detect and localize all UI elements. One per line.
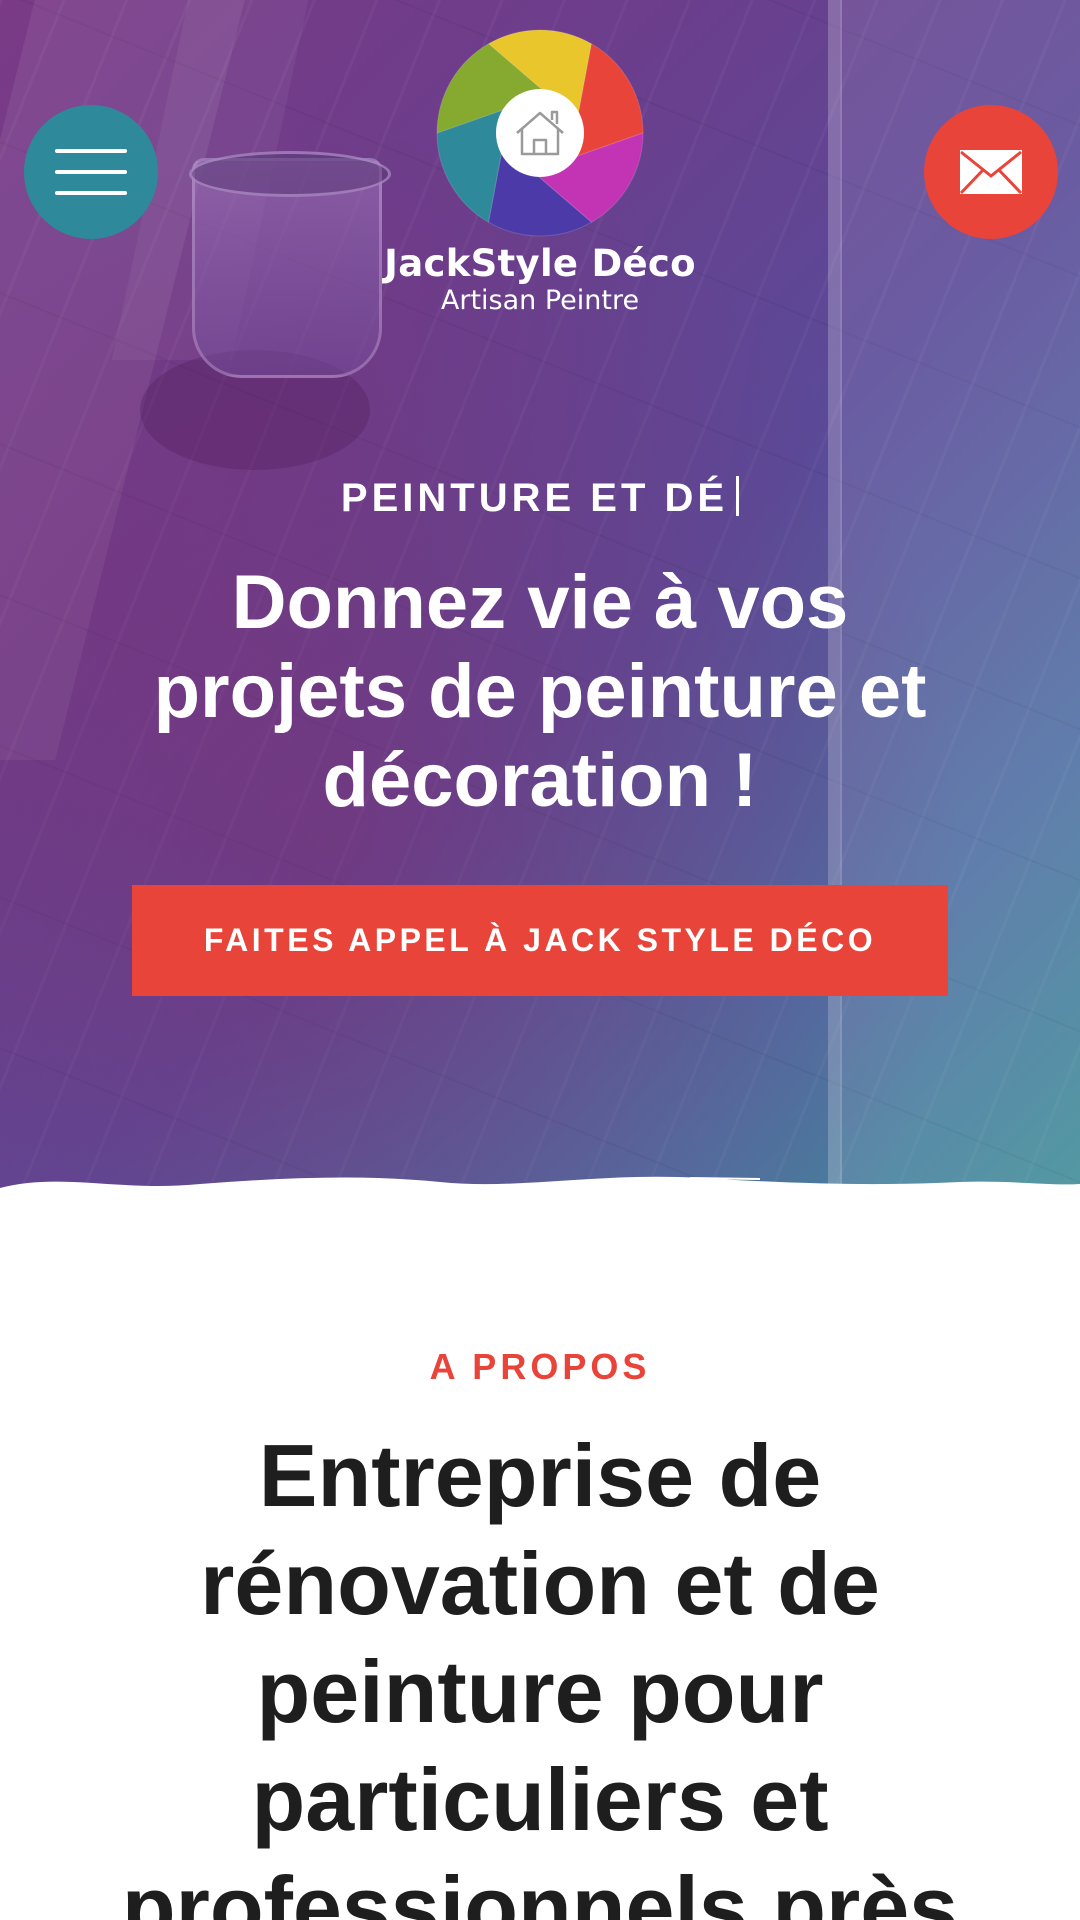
logo-name: JackStyle Déco <box>384 242 696 285</box>
about-eyebrow: A PROPOS <box>429 1346 651 1387</box>
hero-eyebrow-text: PEINTURE ET DÉ <box>340 476 729 520</box>
menu-button[interactable] <box>24 105 158 239</box>
aperture-logo-icon <box>436 29 644 237</box>
wave-divider <box>0 1176 1080 1220</box>
typing-caret <box>736 476 740 516</box>
contact-button[interactable] <box>924 105 1058 239</box>
envelope-icon <box>959 150 1023 195</box>
hero-title: Donnez vie à vos projets de peinture et … <box>153 560 927 823</box>
site-logo[interactable]: JackStyle Déco Artisan Peintre <box>380 28 700 328</box>
cta-button[interactable]: FAITES APPEL À JACK STYLE DÉCO <box>132 885 948 996</box>
hamburger-icon <box>55 149 127 195</box>
logo-tagline: Artisan Peintre <box>440 285 640 316</box>
hero-section: JackStyle Déco Artisan Peintre PEINTURE … <box>0 0 1080 1200</box>
about-title: Entreprise de rénovation et de peinture … <box>121 1426 959 1920</box>
hero-eyebrow: PEINTURE ET DÉ <box>0 476 1080 521</box>
